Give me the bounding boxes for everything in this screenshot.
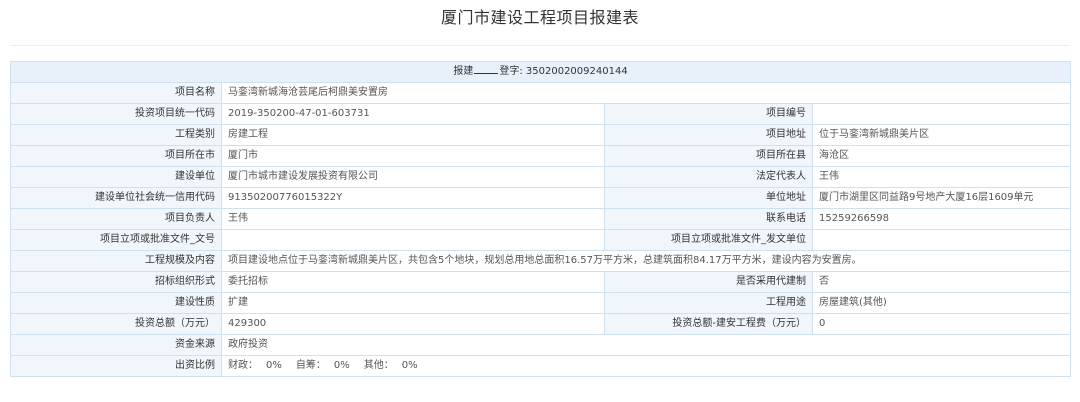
table-row: 工程规模及内容 项目建设地点位于马銮湾新城鼎美片区，共包含5个地块，规划总用地总… (10, 250, 1072, 272)
agent-build-value: 否 (811, 271, 1072, 293)
install-cost-value: 0 (811, 313, 1072, 335)
gov-ratio-label: 财政： (228, 360, 258, 371)
bid-form-value: 委托招标 (221, 271, 605, 293)
table-row: 建设性质 扩建 工程用途 房屋建筑(其他) (10, 292, 1072, 314)
invest-code-label: 投资项目统一代码 (10, 103, 222, 125)
table-row: 投资总额（万元） 429300 投资总额-建安工程费（万元） 0 (10, 313, 1072, 335)
report-table: 报建 登字: 3502002009240144 项目名称 马銮湾新城海沧芸尾后柯鼎… (9, 61, 1072, 377)
table-row: 项目名称 马銮湾新城海沧芸尾后柯鼎美安置房 (10, 82, 1072, 104)
project-address-label: 项目地址 (604, 124, 813, 146)
header-prefix: 报建 (453, 66, 474, 77)
table-row: 项目负责人 王伟 联系电话 15259266598 (10, 208, 1072, 230)
gov-ratio-value: 0% (266, 360, 282, 371)
project-address-value: 位于马銮湾新城鼎美片区 (811, 124, 1072, 146)
project-manager-value: 王伟 (221, 208, 605, 230)
fund-ratio-value: 财政： 0% 自筹： 0% 其他： 0% (220, 355, 1072, 377)
table-row: 出资比例 财政： 0% 自筹： 0% 其他： 0% (10, 355, 1072, 377)
table-row: 投资项目统一代码 2019-350200-47-01-603731 项目编号 (10, 103, 1072, 125)
credit-code-value: 91350200776015322Y (221, 187, 605, 209)
unit-address-label: 单位地址 (604, 187, 813, 209)
approval-doc-no-value (221, 229, 605, 251)
self-ratio-label: 自筹： (295, 360, 326, 371)
project-name-label: 项目名称 (10, 82, 222, 104)
table-row: 招标组织形式 委托招标 是否采用代建制 否 (10, 271, 1072, 293)
table-row: 资金来源 政府投资 (10, 334, 1072, 356)
page-title: 厦门市建设工程项目报建表 (440, 8, 639, 27)
title-divider (10, 45, 1070, 46)
other-ratio-value: 0% (401, 360, 418, 371)
install-cost-label: 投资总额-建安工程费（万元） (604, 313, 813, 335)
phone-value: 15259266598 (811, 208, 1072, 230)
total-invest-label: 投资总额（万元） (10, 313, 222, 335)
header-suffix: 登字: 3502002009240144 (499, 66, 628, 77)
table-row: 工程类别 房建工程 项目地址 位于马銮湾新城鼎美片区 (10, 124, 1072, 146)
fund-ratio-label: 出资比例 (10, 355, 222, 377)
table-header-row: 报建 登字: 3502002009240144 (9, 61, 1072, 83)
project-name-value: 马銮湾新城海沧芸尾后柯鼎美安置房 (220, 82, 1072, 104)
credit-code-label: 建设单位社会统一信用代码 (10, 187, 222, 209)
fund-source-value: 政府投资 (220, 334, 1072, 356)
invest-code-value: 2019-350200-47-01-603731 (221, 103, 605, 125)
project-no-value (811, 103, 1072, 125)
other-ratio-label: 其他： (363, 360, 394, 371)
county-label: 项目所在县 (604, 145, 813, 167)
table-row: 建设单位 厦门市城市建设发展投资有限公司 法定代表人 王伟 (10, 166, 1072, 188)
county-value: 海沧区 (811, 145, 1072, 167)
usage-label: 工程用途 (604, 292, 813, 314)
project-manager-label: 项目负责人 (10, 208, 222, 230)
phone-label: 联系电话 (604, 208, 813, 230)
agent-build-label: 是否采用代建制 (604, 271, 813, 293)
bid-form-label: 招标组织形式 (10, 271, 222, 293)
project-no-label: 项目编号 (604, 103, 813, 125)
table-row: 项目所在市 厦门市 项目所在县 海沧区 (10, 145, 1072, 167)
approval-doc-unit-label: 项目立项或批准文件_发文单位 (604, 229, 813, 251)
legal-rep-label: 法定代表人 (604, 166, 813, 188)
header-blank-underline (474, 63, 499, 74)
city-label: 项目所在市 (10, 145, 222, 167)
approval-doc-unit-value (811, 229, 1072, 251)
legal-rep-value: 王伟 (811, 166, 1072, 188)
table-row: 项目立项或批准文件_文号 项目立项或批准文件_发文单位 (10, 229, 1072, 251)
city-value: 厦门市 (221, 145, 605, 167)
self-ratio-value: 0% (333, 360, 350, 371)
project-type-value: 房建工程 (221, 124, 605, 146)
fund-source-label: 资金来源 (10, 334, 222, 356)
builder-value: 厦门市城市建设发展投资有限公司 (221, 166, 605, 188)
usage-value: 房屋建筑(其他) (811, 292, 1072, 314)
total-invest-value: 429300 (221, 313, 605, 335)
nature-label: 建设性质 (10, 292, 222, 314)
registration-number-header: 报建 登字: 3502002009240144 (9, 61, 1072, 83)
table-row: 建设单位社会统一信用代码 91350200776015322Y 单位地址 厦门市… (10, 187, 1072, 209)
builder-label: 建设单位 (10, 166, 222, 188)
nature-value: 扩建 (221, 292, 605, 314)
unit-address-value: 厦门市湖里区同益路9号地产大厦16层1609单元 (811, 187, 1072, 209)
project-type-label: 工程类别 (10, 124, 222, 146)
scale-content-label: 工程规模及内容 (10, 250, 222, 272)
scale-content-value: 项目建设地点位于马銮湾新城鼎美片区，共包含5个地块，规划总用地总面积16.57万… (220, 250, 1072, 272)
approval-doc-no-label: 项目立项或批准文件_文号 (10, 229, 222, 251)
